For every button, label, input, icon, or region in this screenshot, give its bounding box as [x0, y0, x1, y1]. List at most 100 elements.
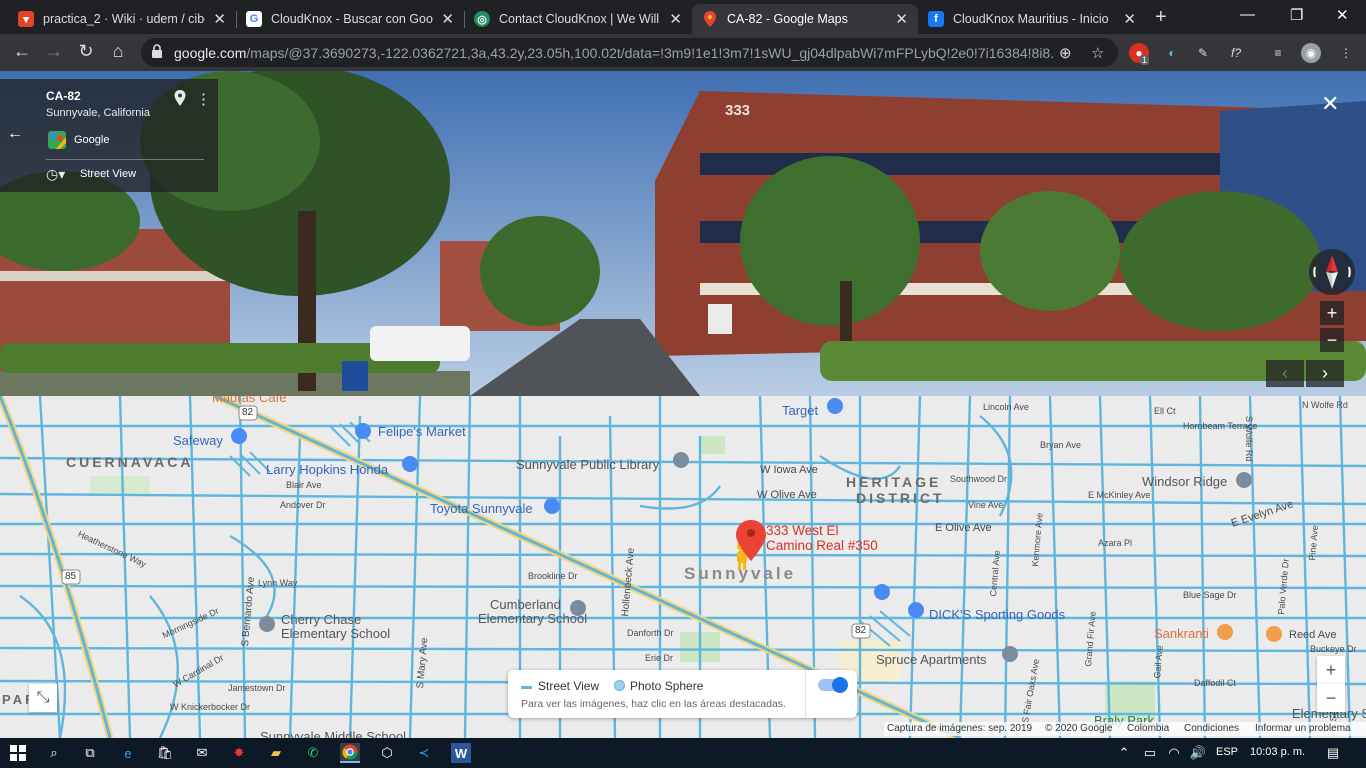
close-tab-icon[interactable]: ✕ [213, 10, 226, 28]
location-subtitle: Sunnyvale, California [46, 107, 150, 119]
chrome-icon[interactable] [340, 743, 360, 763]
network-icon[interactable]: ◠ [1164, 743, 1184, 763]
street-view-line-icon [521, 686, 532, 689]
poi-sankranti[interactable]: Sankranti [1154, 626, 1209, 641]
new-tab-button[interactable]: + [1155, 6, 1167, 29]
street-label: Blue Sage Dr [1183, 590, 1237, 600]
close-street-view-button[interactable]: ✕ [1321, 91, 1339, 117]
close-tab-icon[interactable]: ✕ [1123, 10, 1136, 28]
tab-google-search[interactable]: G CloudKnox - Buscar con Google ✕ [236, 4, 464, 34]
poi-target[interactable]: Target [782, 403, 818, 418]
previous-photo-button[interactable]: ‹ [1266, 360, 1304, 387]
street-label: Erie Dr [645, 653, 674, 663]
windows-start-icon[interactable] [8, 743, 28, 763]
reading-list-icon[interactable]: ≡ [1268, 43, 1288, 63]
report-problem-link[interactable]: Informar un problema [1255, 723, 1351, 734]
close-tab-icon[interactable]: ✕ [441, 10, 454, 28]
map-view[interactable]: 82 82 85 CUERNAVACA HERITAGE DISTRICT Su… [0, 396, 1366, 738]
more-options-icon[interactable]: ⋮ [196, 90, 211, 108]
mail-icon[interactable]: ✉ [192, 743, 212, 763]
close-tab-icon[interactable]: ✕ [895, 10, 908, 28]
street-label: Bryan Ave [1040, 440, 1081, 450]
poi-sunnyvale-library[interactable]: Sunnyvale Public Library [516, 457, 659, 472]
window-close-button[interactable]: ✕ [1336, 6, 1349, 24]
profile-avatar[interactable]: ◉ [1301, 43, 1321, 63]
extension-icon[interactable]: ✎ [1193, 43, 1213, 63]
legend-street-view: Street View [538, 679, 600, 693]
menu-icon[interactable]: ⋮ [1336, 43, 1356, 63]
poi-safeway[interactable]: Safeway [173, 433, 223, 448]
whatsapp-icon[interactable]: ✆ [303, 743, 323, 763]
input-language[interactable]: ESP [1216, 746, 1238, 758]
reload-button[interactable]: ↻ [75, 41, 97, 62]
extension-icon[interactable]: ◐ [1162, 43, 1182, 63]
task-view-icon[interactable]: ⧉ [80, 743, 100, 763]
app-icon[interactable]: ✸ [229, 743, 249, 763]
next-photo-button[interactable]: › [1306, 360, 1344, 387]
poi-cumberland-school[interactable]: Elementary School [478, 611, 587, 626]
back-button[interactable]: ← [11, 41, 33, 62]
poi-larry-hopkins-honda[interactable]: Larry Hopkins Honda [266, 462, 388, 477]
collapse-map-icon[interactable]: ⤡ [29, 684, 57, 712]
map-zoom-in-button[interactable]: + [1317, 656, 1345, 684]
marker-label-line1[interactable]: 333 West El [766, 523, 839, 538]
volume-icon[interactable]: 🔊 [1188, 743, 1208, 763]
terms-link[interactable]: Condiciones [1184, 723, 1239, 734]
poi-cherry-chase[interactable]: Cherry Chase [281, 612, 361, 627]
marker-label-line2[interactable]: Camino Real #350 [766, 538, 878, 553]
tab-google-maps[interactable]: CA-82 - Google Maps ✕ [692, 4, 918, 34]
street-view-layer-toggle[interactable] [818, 677, 848, 693]
street-view-label: Street View [80, 168, 137, 180]
divider [46, 159, 204, 160]
tab-facebook[interactable]: f CloudKnox Mauritius - Inicio ✕ [918, 4, 1146, 34]
street-label: Andover Dr [280, 500, 326, 510]
street-label: W Knickerbocker Dr [170, 702, 251, 712]
legend-photo-sphere: Photo Sphere [630, 679, 704, 693]
bookmark-star-icon[interactable]: ☆ [1091, 44, 1104, 62]
back-arrow-button[interactable]: ← [0, 79, 30, 192]
tab-title: practica_2 · Wiki · udem / ciber [43, 12, 205, 26]
zoom-out-button[interactable]: − [1320, 328, 1344, 352]
poi-spruce-apartments[interactable]: Spruce Apartments [876, 652, 987, 667]
minimize-button[interactable]: — [1240, 6, 1255, 23]
tab-contact-cloudknox[interactable]: ◎ Contact CloudKnox | We Will B ✕ [464, 4, 692, 34]
maximize-button[interactable]: ❐ [1290, 6, 1303, 24]
time-travel-icon[interactable]: ◷▾ [46, 166, 65, 183]
location-pin-icon[interactable] [174, 90, 186, 106]
compass-control[interactable] [1309, 249, 1355, 295]
poi-toyota-sunnyvale[interactable]: Toyota Sunnyvale [430, 501, 533, 516]
map-zoom-out-button[interactable]: − [1317, 684, 1345, 712]
address-bar[interactable]: google.com/maps/@37.3690273,-122.0362721… [141, 38, 1118, 67]
poi-windsor-ridge[interactable]: Windsor Ridge [1142, 474, 1227, 489]
building-number: 333 [725, 102, 750, 119]
3d-viewer-icon[interactable]: ⬡ [377, 743, 397, 763]
windows-taskbar: ⌕ ⧉ e 🛍 ✉ ✸ ▰ ✆ ⬡ ≺ W ⌃ ▭ ◠ 🔊 ESP 10:03 … [0, 738, 1366, 768]
back-arrow-icon: ← [7, 125, 23, 142]
poi-madras-cafe[interactable]: Madras Cafe [212, 396, 286, 405]
poi-cherry-chase-school[interactable]: Elementary School [281, 626, 390, 641]
poi-dicks-sporting-goods[interactable]: DICK'S Sporting Goods [929, 607, 1065, 622]
store-icon[interactable]: 🛍 [155, 743, 175, 763]
search-icon[interactable]: ⌕ [44, 743, 64, 763]
zoom-in-button[interactable]: + [1320, 301, 1344, 325]
edge-icon[interactable]: e [118, 743, 138, 763]
tab-gitlab[interactable]: ▾ practica_2 · Wiki · udem / ciber ✕ [8, 4, 236, 34]
street-view-panorama[interactable]: 333 CA-82 Sunnyvale, California ⋮ Google… [0, 71, 1366, 396]
poi-cumberland[interactable]: Cumberland [490, 597, 561, 612]
add-location-icon[interactable]: ⊕ [1059, 44, 1072, 62]
notifications-icon[interactable]: ▤ [1323, 743, 1343, 763]
file-explorer-icon[interactable]: ▰ [266, 743, 286, 763]
country-link[interactable]: Colombia [1127, 723, 1169, 734]
clock[interactable]: 10:03 p. m. [1250, 746, 1305, 758]
forward-button[interactable]: → [43, 41, 65, 62]
close-tab-icon[interactable]: ✕ [669, 10, 682, 28]
word-icon[interactable]: W [451, 743, 471, 763]
poi-middle-school[interactable]: Sunnyvale Middle School [260, 729, 406, 738]
battery-icon[interactable]: ▭ [1140, 743, 1160, 763]
browser-toolbar: ← → ↻ ⌂ google.com/maps/@37.3690273,-122… [0, 34, 1366, 71]
vscode-icon[interactable]: ≺ [414, 743, 434, 763]
poi-felipes-market[interactable]: Felipe's Market [378, 424, 466, 439]
home-button[interactable]: ⌂ [107, 41, 129, 62]
show-hidden-icons[interactable]: ⌃ [1114, 743, 1134, 763]
extension-icon[interactable]: f? [1226, 43, 1246, 63]
